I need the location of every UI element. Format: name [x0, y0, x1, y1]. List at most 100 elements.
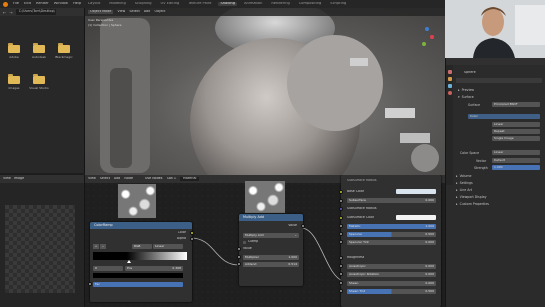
- tool-tab-icon[interactable]: [447, 70, 452, 74]
- menu-file[interactable]: File: [13, 2, 19, 6]
- specular-tint-socket[interactable]: [339, 240, 343, 244]
- source-field[interactable]: Single Image: [492, 136, 540, 141]
- menu-render[interactable]: Render: [36, 2, 49, 6]
- specular-tint-field[interactable]: Specular Tint 0.000: [347, 240, 436, 245]
- interpolation-dropdown[interactable]: Linear: [153, 244, 183, 249]
- section-surface[interactable]: ▾ Surface: [458, 94, 474, 99]
- tab-uv-editing[interactable]: UV Editing: [159, 2, 182, 6]
- viewport-menu-view[interactable]: View: [117, 10, 125, 13]
- base-color-swatch[interactable]: [396, 189, 436, 194]
- multiplier-field[interactable]: Multiplier 1.000: [243, 255, 299, 260]
- tab-rendering[interactable]: Rendering: [269, 2, 291, 6]
- value-input-socket[interactable]: [237, 247, 241, 251]
- addend-input-socket[interactable]: [237, 262, 241, 266]
- remove-stop-button[interactable]: −: [100, 244, 106, 249]
- color-ramp-gradient[interactable]: [93, 252, 187, 260]
- math-node[interactable]: Multiply Add Value Multiply Add ⌄ Clamp V…: [237, 214, 305, 286]
- clamp-checkbox[interactable]: [243, 241, 246, 244]
- mode-dropdown[interactable]: Object Mode: [88, 10, 114, 14]
- metallic-socket[interactable]: [339, 224, 343, 228]
- roughness-socket[interactable]: [339, 256, 343, 260]
- section-line-art[interactable]: ▸ Line Art: [456, 187, 472, 192]
- fac-input-field[interactable]: Fac: [93, 282, 183, 287]
- stop-index-field[interactable]: 0: [93, 266, 123, 271]
- base-color-socket[interactable]: [339, 190, 343, 194]
- add-stop-button[interactable]: +: [93, 244, 99, 249]
- tab-texture-paint[interactable]: Texture Paint: [186, 2, 213, 6]
- tab-shading[interactable]: Shading: [218, 2, 238, 6]
- addend-field[interactable]: Addend 0.514: [243, 262, 299, 267]
- math-node-title[interactable]: Multiply Add: [239, 214, 303, 221]
- tab-animation[interactable]: Animation: [242, 2, 264, 6]
- fac-input-socket[interactable]: [88, 282, 92, 286]
- section-settings[interactable]: ▸ Settings: [456, 180, 473, 185]
- section-volume[interactable]: ▸ Volume: [456, 173, 471, 178]
- gizmo-y-icon[interactable]: [422, 42, 426, 46]
- operation-dropdown[interactable]: Multiply Add ⌄: [243, 233, 299, 238]
- tab-sculpting[interactable]: Sculpting: [133, 2, 154, 6]
- stop-position-field[interactable]: Pos 0.368: [125, 266, 183, 271]
- anisotropic-rotation-field[interactable]: Anisotropic Rotation 0.000: [347, 272, 436, 277]
- anisotropic-rotation-socket[interactable]: [339, 272, 343, 276]
- 3d-viewport[interactable]: Object Mode View Select Add Object User …: [85, 8, 445, 175]
- folder-icon[interactable]: [33, 74, 45, 84]
- color-output-socket[interactable]: [190, 231, 194, 235]
- principled-bsdf-node[interactable]: Subsurface Radius Base Color Subsurface 0…: [339, 175, 441, 307]
- alpha-output-socket[interactable]: [190, 237, 194, 241]
- strength-field[interactable]: 1.000: [492, 165, 540, 170]
- subsurface-color-socket[interactable]: [339, 216, 343, 220]
- folder-icon[interactable]: [8, 43, 20, 53]
- base-color-field[interactable]: Color: [468, 114, 540, 119]
- colorramp-node-title[interactable]: ColorRamp: [90, 222, 192, 229]
- anisotropic-socket[interactable]: [339, 264, 343, 268]
- tab-compositing[interactable]: Compositing: [297, 2, 324, 6]
- section-custom-properties[interactable]: ▸ Custom Properties: [456, 201, 489, 206]
- specular-field[interactable]: Specular 0.500: [347, 232, 436, 237]
- tab-layout[interactable]: Layout: [86, 2, 102, 6]
- material-tab-icon[interactable]: [447, 91, 452, 95]
- object-tab-icon[interactable]: [447, 77, 452, 81]
- modifier-tab-icon[interactable]: [447, 84, 452, 88]
- anisotropic-field[interactable]: Anisotropic 0.000: [347, 264, 436, 269]
- value-output-socket[interactable]: [301, 224, 305, 228]
- tab-scripting[interactable]: Scripting: [328, 2, 348, 6]
- gizmo-z-icon[interactable]: [425, 27, 429, 31]
- back-arrow-icon[interactable]: ←: [3, 10, 6, 15]
- sheen-field[interactable]: Sheen 0.000: [347, 281, 436, 286]
- section-preview[interactable]: ▸ Preview: [458, 87, 474, 92]
- menu-help[interactable]: Help: [73, 2, 81, 6]
- subsurface-radius-socket[interactable]: [339, 207, 343, 211]
- image-menu-image[interactable]: Image: [14, 177, 24, 180]
- color-space-field[interactable]: Linear: [492, 150, 540, 155]
- interpolation-field[interactable]: Linear: [492, 122, 540, 127]
- color-mode-dropdown[interactable]: RGB: [132, 244, 152, 249]
- sheen-tint-field[interactable]: Sheen Tint 0.500: [347, 289, 436, 294]
- sheen-tint-socket[interactable]: [339, 289, 343, 293]
- ramp-stop-handle[interactable]: [127, 260, 131, 263]
- folder-icon[interactable]: [58, 43, 70, 53]
- surface-shader-field[interactable]: Principled BSDF: [492, 102, 540, 107]
- folder-icon[interactable]: [8, 74, 20, 84]
- tab-modeling[interactable]: Modeling: [107, 2, 127, 6]
- sheen-socket[interactable]: [339, 281, 343, 285]
- material-slot-list[interactable]: [456, 78, 542, 83]
- multiplier-input-socket[interactable]: [237, 255, 241, 259]
- file-path-field[interactable]: C:\Users\Tom\Desktop\: [15, 9, 56, 15]
- folder-icon[interactable]: [33, 43, 45, 53]
- viewport-menu-select[interactable]: Select: [129, 10, 139, 13]
- metallic-field[interactable]: Metallic 1.000: [347, 224, 436, 229]
- image-menu-view[interactable]: View: [3, 177, 11, 180]
- specular-socket[interactable]: [339, 232, 343, 236]
- shader-node-editor[interactable]: View Select Add Node Use Nodes Slot 1 Ma…: [85, 175, 445, 307]
- menu-window[interactable]: Window: [54, 2, 68, 6]
- viewport-menu-object[interactable]: Object: [154, 10, 165, 13]
- vector-field[interactable]: Default: [492, 158, 540, 163]
- viewport-menu-add[interactable]: Add: [144, 10, 151, 13]
- colorramp-node[interactable]: ColorRamp Color Alpha + − RGB Linear 0 P…: [88, 222, 194, 302]
- subsurface-field[interactable]: Subsurface 0.000: [347, 198, 436, 203]
- gizmo-x-icon[interactable]: [430, 35, 434, 39]
- subsurface-socket[interactable]: [339, 199, 343, 203]
- stop-color-swatch[interactable]: [93, 273, 183, 278]
- forward-arrow-icon[interactable]: →: [9, 10, 12, 15]
- subsurface-color-swatch[interactable]: [396, 215, 436, 220]
